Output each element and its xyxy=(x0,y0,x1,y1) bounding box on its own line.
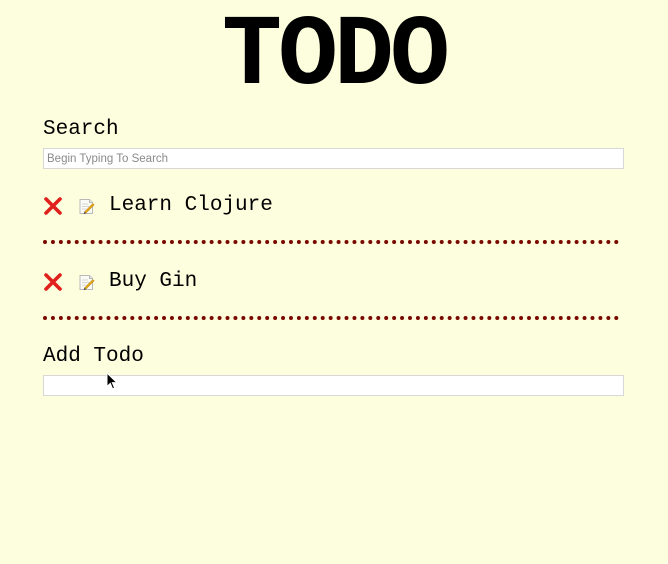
todo-divider xyxy=(43,240,619,244)
search-input[interactable] xyxy=(43,148,624,169)
app-title: TODO xyxy=(221,1,450,114)
search-label: Search xyxy=(43,118,119,141)
edit-note-icon[interactable] xyxy=(78,274,95,291)
todo-item: Learn Clojure xyxy=(43,182,619,258)
todo-row: Learn Clojure xyxy=(43,182,619,230)
todo-row: Buy Gin xyxy=(43,258,619,306)
mouse-cursor-icon xyxy=(106,372,118,390)
todo-item: Buy Gin xyxy=(43,258,619,334)
edit-note-icon[interactable] xyxy=(78,198,95,215)
todo-divider xyxy=(43,316,619,320)
todo-text: Buy Gin xyxy=(109,270,198,293)
close-icon[interactable] xyxy=(43,272,63,292)
todo-list: Learn Clojure Buy Gin xyxy=(43,182,619,334)
close-icon[interactable] xyxy=(43,196,63,216)
todo-text: Learn Clojure xyxy=(109,194,273,217)
add-todo-input[interactable] xyxy=(43,375,624,396)
add-todo-label: Add Todo xyxy=(43,345,144,368)
